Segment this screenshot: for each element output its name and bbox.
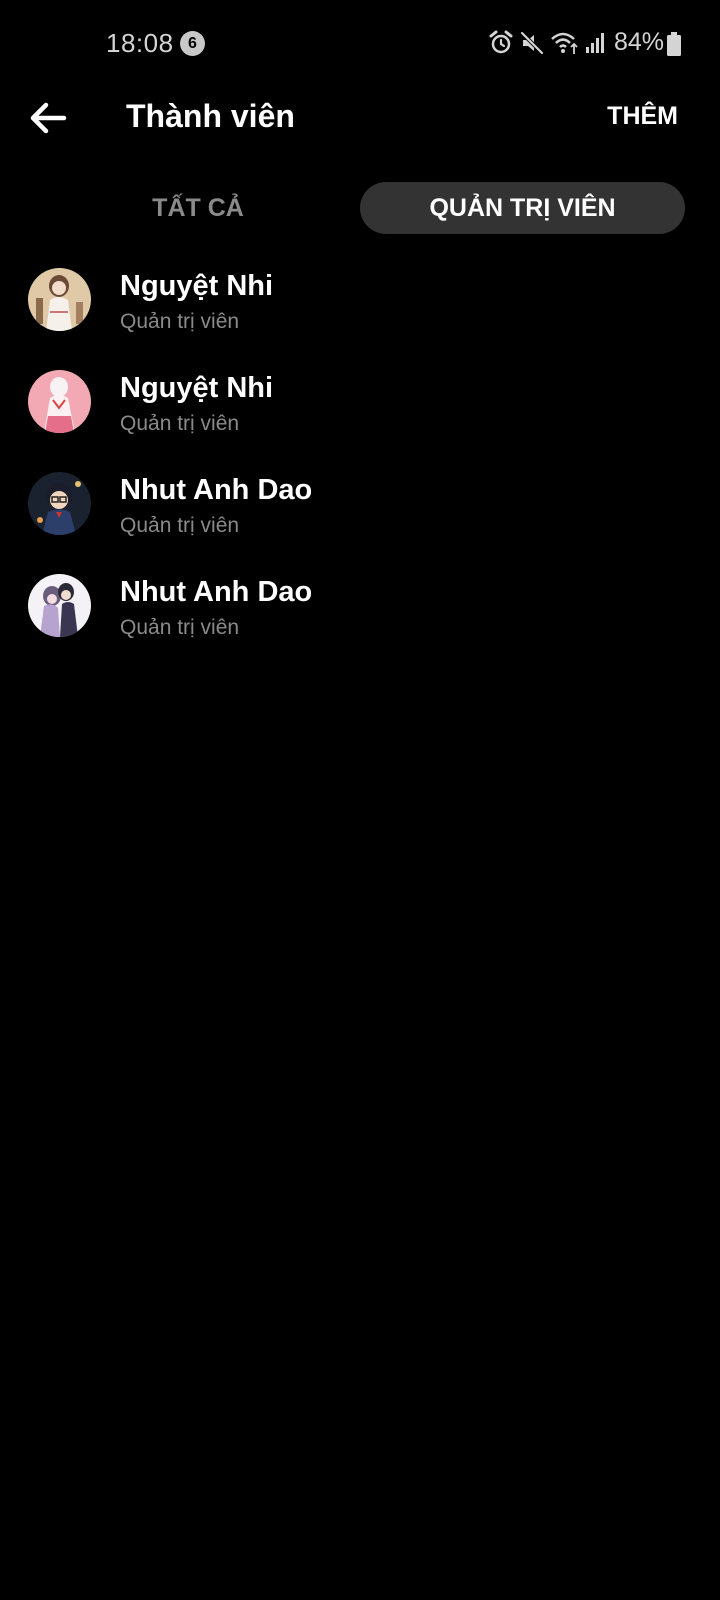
member-role: Quản trị viên [120, 310, 240, 333]
notification-count-badge: 6 [180, 31, 205, 56]
avatar [28, 268, 91, 331]
tab-all[interactable]: TẤT CẢ [36, 182, 360, 234]
list-item[interactable]: Nhut Anh Dao Quản trị viên [0, 454, 720, 556]
header: Thành viên THÊM [0, 88, 720, 174]
back-button[interactable] [24, 92, 74, 142]
status-bar: 18:08 6 84% [0, 0, 720, 88]
member-name: Nguyệt Nhi [120, 372, 274, 404]
member-list: Nguyệt Nhi Quản trị viên Nguyệt Nhi Quản… [0, 250, 720, 658]
status-time: 18:08 [106, 28, 174, 58]
list-item[interactable]: Nguyệt Nhi Quản trị viên [0, 250, 720, 352]
member-tabs: TẤT CẢ QUẢN TRỊ VIÊN [0, 182, 720, 234]
avatar [28, 472, 91, 535]
tab-admins[interactable]: QUẢN TRỊ VIÊN [360, 182, 685, 234]
member-role: Quản trị viên [120, 616, 240, 639]
battery-percent: 84% [614, 28, 665, 56]
add-member-button[interactable]: THÊM [607, 102, 678, 131]
list-item[interactable]: Nhut Anh Dao Quản trị viên [0, 556, 720, 658]
list-item[interactable]: Nguyệt Nhi Quản trị viên [0, 352, 720, 454]
wifi-icon [550, 30, 580, 61]
arrow-left-icon [30, 102, 67, 134]
alarm-icon [488, 30, 514, 61]
signal-icon [585, 32, 607, 59]
member-name: Nguyệt Nhi [120, 270, 274, 302]
mute-icon [520, 31, 544, 60]
avatar [28, 574, 91, 637]
battery-icon [667, 32, 681, 61]
member-role: Quản trị viên [120, 514, 240, 537]
page-title: Thành viên [126, 98, 295, 134]
member-name: Nhut Anh Dao [120, 474, 313, 506]
member-role: Quản trị viên [120, 412, 240, 435]
avatar [28, 370, 91, 433]
member-name: Nhut Anh Dao [120, 576, 313, 608]
